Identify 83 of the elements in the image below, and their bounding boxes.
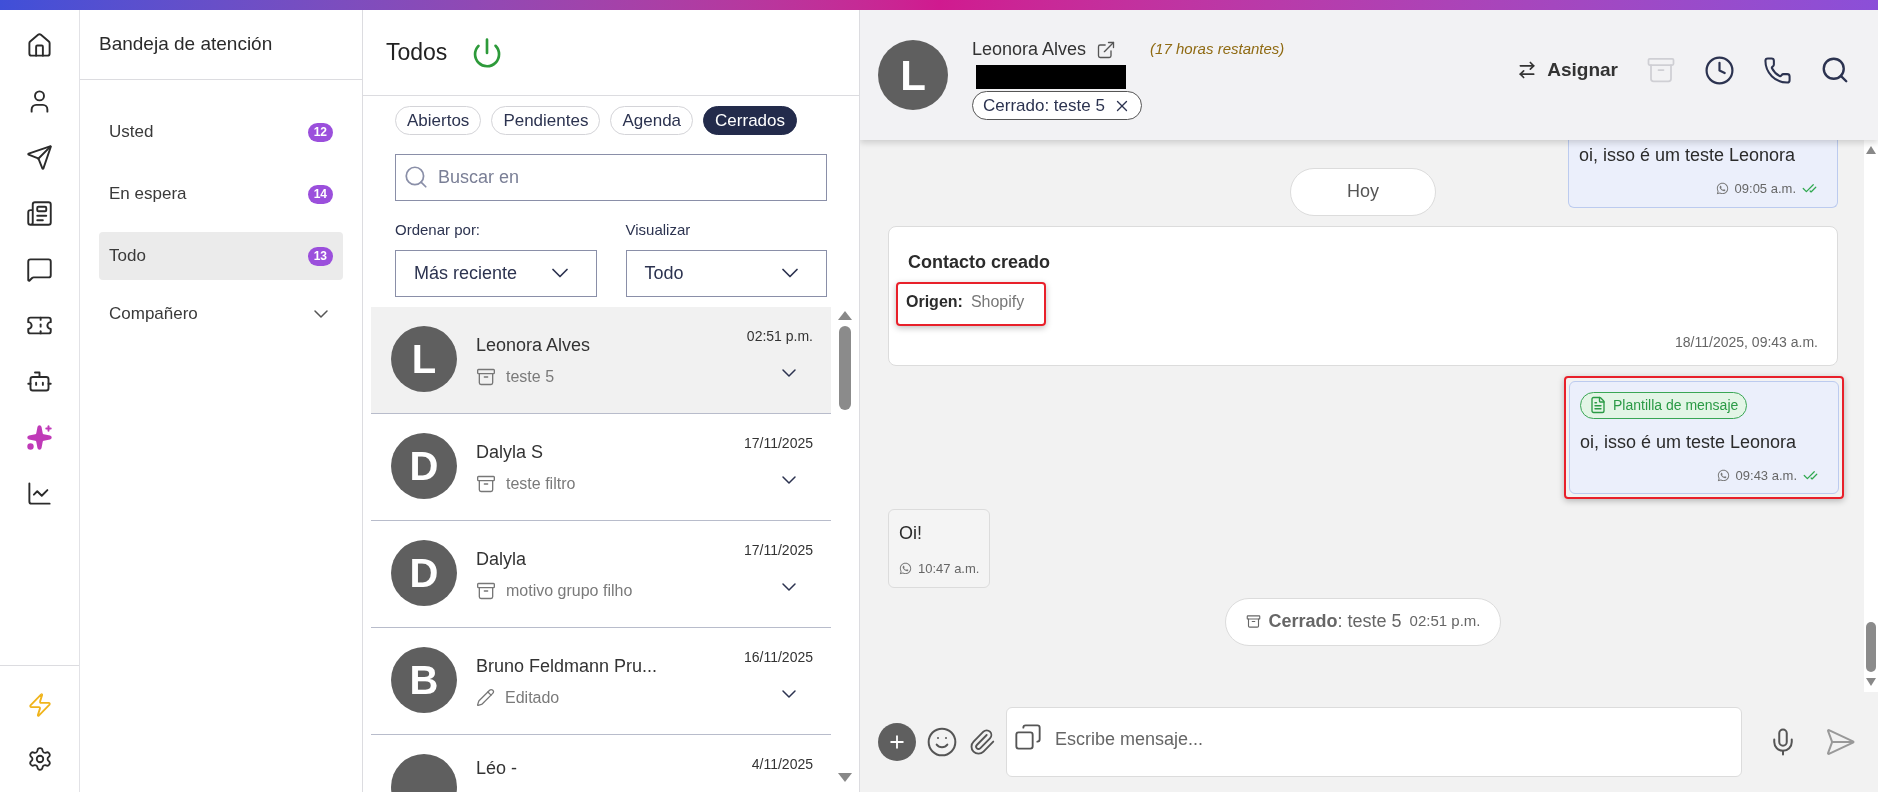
archive-icon [1245,614,1261,629]
last-message: Editado [505,687,560,708]
last-message: teste 5 [506,366,555,387]
status-text: Cerrado: teste 5 [1268,610,1402,633]
avatar: L [878,40,948,110]
message-time: 10:47 a.m. [918,560,980,578]
contact-name: Bruno Feldmann Pru... [476,654,659,678]
search-field[interactable]: Buscar en [395,154,827,201]
clock-icon[interactable] [1704,54,1735,86]
message-text: oi, isso é um teste Leonora [1580,430,1798,454]
add-button[interactable] [878,723,916,761]
template-tag: Plantilla de mensaje [1580,391,1748,419]
paperclip-icon[interactable] [968,728,996,756]
panel-title: Bandeja de atención [99,32,273,57]
message-field[interactable]: Escribe mensaje... [1006,707,1742,777]
whatsapp-icon [1715,182,1729,196]
filter-chip[interactable]: Abiertos [395,106,482,135]
count-badge: 13 [307,246,333,266]
send-icon[interactable] [26,144,53,171]
event-title: Contacto creado [908,250,1052,274]
whatsapp-icon [899,562,912,576]
search-icon [403,164,429,190]
pencil-icon [476,688,495,707]
copy-icon[interactable] [1014,723,1042,751]
last-message: teste filtro [506,473,576,494]
conversation-time: 17/11/2025 [743,540,813,560]
inbox-item[interactable]: Todo 13 [99,232,343,280]
message-text: Oi! [899,522,923,545]
sparkles-icon[interactable] [26,424,53,451]
conversation-time: 17/11/2025 [743,433,813,453]
scrollbar[interactable] [1864,140,1878,692]
contact-name: Leonora Alves [972,38,1087,61]
count-badge: 14 [307,184,333,204]
time-remaining: (17 horas restantes) [1150,39,1285,60]
contact-name: Léo - [476,759,519,776]
filter-chip[interactable]: Agenda [610,106,694,135]
conversation-time: 16/11/2025 [743,647,813,667]
phone-icon[interactable] [1763,55,1792,85]
conversation-time: 02:51 p.m. [746,326,813,346]
settings-icon[interactable] [26,746,53,772]
contact-name: Dalyla [476,547,528,571]
external-link-icon[interactable] [1096,39,1117,60]
avatar: D [391,432,457,499]
filter-chip[interactable]: Cerrados [703,106,797,135]
document-icon [1589,396,1607,414]
filter-chip[interactable]: Pendientes [491,106,601,135]
search-icon[interactable] [1820,55,1850,85]
archive-icon [476,580,496,601]
field-value: Shopify [970,291,1025,312]
inbox-item[interactable]: Usted 12 [99,108,343,156]
message-time: 09:43 a.m. [1735,466,1797,485]
contact-name: Dalyla S [476,440,545,464]
inbox-group[interactable]: Compañero [99,294,343,334]
avatar: B [391,646,457,713]
avatar: D [391,539,457,606]
list-title: Todos [386,38,448,68]
chat-bubble-icon[interactable] [26,256,53,283]
view-dropdown[interactable]: Todo [625,249,827,297]
contact-name: Leonora Alves [476,333,592,357]
avatar: L [391,325,457,392]
view-label: Visualizar [625,220,692,240]
sort-label: Ordenar por: [395,220,482,240]
last-message: motivo grupo filho [506,580,633,601]
conversation-time: 4/11/2025 [751,754,813,774]
document-icon[interactable] [26,200,53,227]
archive-icon [476,366,496,387]
status-time: 02:51 p.m. [1409,611,1481,632]
inbox-item[interactable]: En espera 14 [99,170,343,218]
message-text: oi, isso é um teste Leonora [1579,144,1797,167]
plus-icon [887,732,907,752]
field-label: Origen: [906,291,963,312]
count-badge: 12 [307,122,333,142]
home-icon[interactable] [26,32,53,59]
assign-button[interactable]: Asignar [1517,55,1618,85]
sort-dropdown[interactable]: Más reciente [395,249,597,297]
chart-icon[interactable] [26,480,53,507]
status-tag[interactable]: Cerrado: teste 5 [972,91,1142,120]
whatsapp-icon [1716,468,1730,482]
event-time: 18/11/2025, 09:43 a.m. [1675,332,1818,352]
message-time: 09:05 a.m. [1734,180,1796,198]
emoji-icon[interactable] [926,726,958,758]
conversation-row[interactable]: L Leonora Alves teste 5 02:51 p.m. [371,306,831,414]
archive-icon [476,473,496,494]
